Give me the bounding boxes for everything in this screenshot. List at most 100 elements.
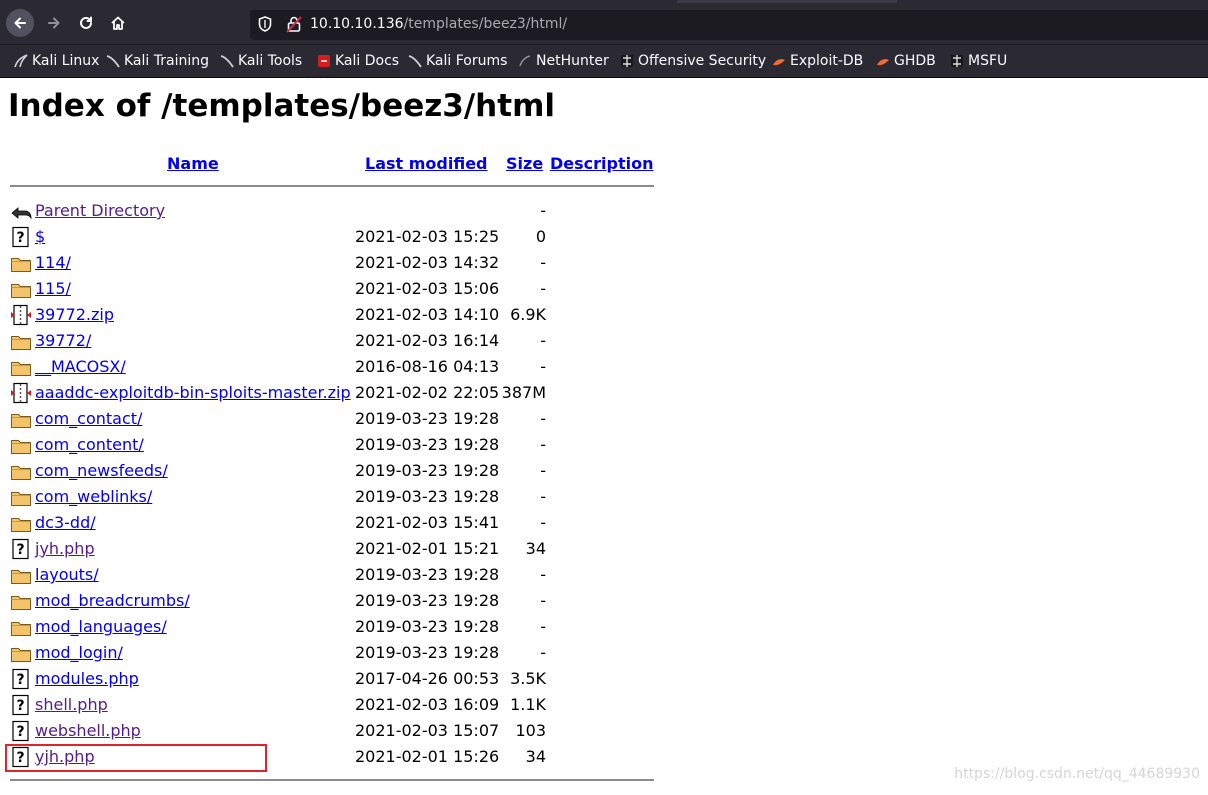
file-row: mod_breadcrumbs/2019-03-23 19:28 - [10,589,650,613]
nethunter-icon [518,54,532,68]
bookmark-label: Offensive Security [638,53,767,69]
file-row: dc3-dd/2021-02-03 15:41 - [10,511,650,535]
file-date: 2021-02-03 15:41 [355,513,500,532]
file-link[interactable]: mod_breadcrumbs/ [35,591,190,610]
svg-text:?: ? [16,542,24,558]
bookmark-label: Kali Linux [32,53,100,69]
file-size: - [540,357,546,376]
file-date: 2019-03-23 19:28 [355,643,500,662]
file-link[interactable]: webshell.php [35,721,141,740]
file-link[interactable]: mod_login/ [35,643,123,662]
kali-dragon-icon [220,54,234,68]
url-host: 10.10.10.136 [310,16,404,32]
folder-icon [10,460,32,482]
bookmark-exploit-db[interactable]: Exploit-DB [772,52,863,70]
file-date: 2021-02-03 16:09 [355,695,500,714]
url-bar[interactable]: 10.10.10.136/templates/beez3/html/ [250,10,1208,40]
file-date: 2021-02-01 15:26 [355,747,500,766]
kali-dragon-icon [106,54,120,68]
folder-icon [10,590,32,612]
bookmark-kali-tools[interactable]: Kali Tools [220,52,302,70]
bookmark-offensive-security[interactable]: Offensive Security [620,52,766,70]
url-text[interactable]: 10.10.10.136/templates/beez3/html/ [310,16,567,32]
file-date: 2021-02-03 14:10 [355,305,500,324]
insecure-lock-icon[interactable] [286,15,302,33]
bookmark-ghdb[interactable]: GHDB [876,52,936,70]
file-date: 2019-03-23 19:28 [355,591,500,610]
file-date: 2019-03-23 19:28 [355,461,500,480]
file-link[interactable]: com_content/ [35,435,144,454]
directory-listing-page: Index of /templates/beez3/html Name Last… [0,78,1208,795]
unknown-file-icon: ? [10,694,32,716]
file-link[interactable]: mod_languages/ [35,617,167,636]
file-link[interactable]: 115/ [35,279,71,298]
file-link[interactable]: com_contact/ [35,409,142,428]
file-link[interactable]: jyh.php [35,539,95,558]
bookmark-label: MSFU [968,53,1008,69]
column-header-name[interactable]: Name [167,154,219,173]
bookmark-kali-linux[interactable]: Kali Linux [14,52,99,70]
page-title: Index of /templates/beez3/html [8,88,555,124]
exploitdb-icon [876,54,890,68]
file-link[interactable]: shell.php [35,695,108,714]
file-size: - [540,253,546,272]
reload-icon[interactable] [72,9,100,37]
file-link[interactable]: com_weblinks/ [35,487,152,506]
folder-icon [10,512,32,534]
parent-directory-icon [10,200,32,222]
file-link[interactable]: layouts/ [35,565,99,584]
file-date: 2019-03-23 19:28 [355,565,500,584]
file-size: - [540,565,546,584]
bookmark-label: Kali Training [124,53,209,69]
folder-icon [10,356,32,378]
bookmark-msfu[interactable]: MSFU [950,52,1007,70]
highlight-box [5,744,267,772]
file-row: com_newsfeeds/2019-03-23 19:28 - [10,459,650,483]
file-date: 2021-02-03 15:25 [355,227,500,246]
bookmark-kali-forums[interactable]: Kali Forums [408,52,507,70]
file-size: - [540,409,546,428]
file-row: layouts/2019-03-23 19:28 - [10,563,650,587]
file-link[interactable]: Parent Directory [35,201,165,220]
file-row: ? $2021-02-03 15:25 0 [10,225,650,249]
file-date: 2019-03-23 19:28 [355,435,500,454]
file-link[interactable]: 39772.zip [35,305,114,324]
file-date: 2016-08-16 04:13 [355,357,500,376]
folder-icon [10,278,32,300]
file-link[interactable]: com_newsfeeds/ [35,461,168,480]
forward-arrow-icon[interactable] [40,9,68,37]
folder-icon [10,330,32,352]
shield-icon[interactable] [258,16,272,32]
bookmark-kali-docs[interactable]: Kali Docs [317,52,399,70]
file-row: com_content/2019-03-23 19:28 - [10,433,650,457]
file-link[interactable]: $ [35,227,45,246]
file-row: mod_login/2019-03-23 19:28 - [10,641,650,665]
bookmark-nethunter[interactable]: NetHunter [518,52,609,70]
file-link[interactable]: dc3-dd/ [35,513,96,532]
file-date: 2019-03-23 19:28 [355,617,500,636]
file-link[interactable]: __MACOSX/ [35,357,126,376]
file-size: - [540,279,546,298]
file-row: ? jyh.php 2021-02-01 15:21 34 [10,537,650,561]
file-size: - [540,591,546,610]
home-icon[interactable] [104,9,132,37]
url-path: /templates/beez3/html/ [403,16,568,32]
column-header-size[interactable]: Size [506,154,543,173]
file-row: Parent Directory - [10,199,650,223]
file-link[interactable]: aaaddc-exploitdb-bin-sploits-master.zip [35,383,351,402]
file-row: __MACOSX/2016-08-16 04:13 - [10,355,650,379]
back-arrow-icon[interactable] [6,9,34,37]
column-header-description[interactable]: Description [550,154,653,173]
file-row: com_weblinks/2019-03-23 19:28 - [10,485,650,509]
column-header-last-modified[interactable]: Last modified [365,154,488,173]
file-link[interactable]: modules.php [35,669,139,688]
file-date: 2021-02-03 15:07 [355,721,500,740]
watermark: https://blog.csdn.net/qq_44689930 [954,766,1200,782]
bookmark-kali-training[interactable]: Kali Training [106,52,209,70]
file-link[interactable]: 114/ [35,253,71,272]
file-link[interactable]: 39772/ [35,331,91,350]
file-row: ? webshell.php 2021-02-03 15:07 103 [10,719,650,743]
footer-divider [10,779,654,781]
folder-icon [10,564,32,586]
file-size: 34 [525,747,546,766]
